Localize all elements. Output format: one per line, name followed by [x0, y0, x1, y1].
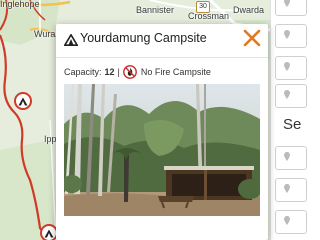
location-pin-icon [284, 152, 290, 161]
side-result-item[interactable] [275, 146, 307, 170]
location-pin-icon [284, 184, 290, 193]
side-result-item[interactable] [275, 24, 307, 48]
fire-status: No Fire Campsite [140, 67, 211, 77]
location-pin-icon [284, 216, 290, 225]
campsite-marker[interactable] [14, 92, 32, 110]
map-label-dwarda: Dwarda [233, 5, 265, 15]
location-pin-icon [284, 62, 290, 71]
tent-icon [64, 34, 78, 46]
map-label-bannister: Bannister [136, 5, 175, 15]
side-panel: Se [270, 0, 307, 240]
location-pin-icon [284, 30, 290, 39]
campsite-photo[interactable] [64, 84, 260, 216]
capacity-row: Capacity: 12 | No Fire Campsite [64, 64, 211, 80]
route-shield: 30 [196, 1, 210, 13]
separator: | [117, 67, 120, 77]
map-label-inglehope: Inglehope [0, 0, 40, 9]
campsite-popup: Yourdamung Campsite Capacity: 12 | No Fi… [56, 24, 268, 240]
side-result-item[interactable] [275, 84, 307, 108]
location-pin-icon [284, 0, 290, 7]
side-panel-heading: Se [283, 116, 302, 133]
side-result-item[interactable] [275, 210, 307, 234]
side-result-item[interactable] [275, 56, 307, 80]
close-icon[interactable] [242, 28, 262, 48]
side-result-item[interactable] [275, 178, 307, 202]
location-pin-icon [284, 90, 290, 99]
popup-title: Yourdamung Campsite [80, 31, 207, 45]
photo-image [64, 84, 260, 216]
map-label-ipp: Ipp [44, 134, 57, 144]
tent-icon [44, 229, 54, 237]
no-fire-icon [122, 65, 137, 79]
tent-icon [18, 97, 28, 105]
side-result-item[interactable] [275, 0, 307, 16]
popup-divider [56, 57, 268, 58]
capacity-value: 12 [104, 67, 115, 77]
capacity-label: Capacity: [64, 67, 102, 77]
